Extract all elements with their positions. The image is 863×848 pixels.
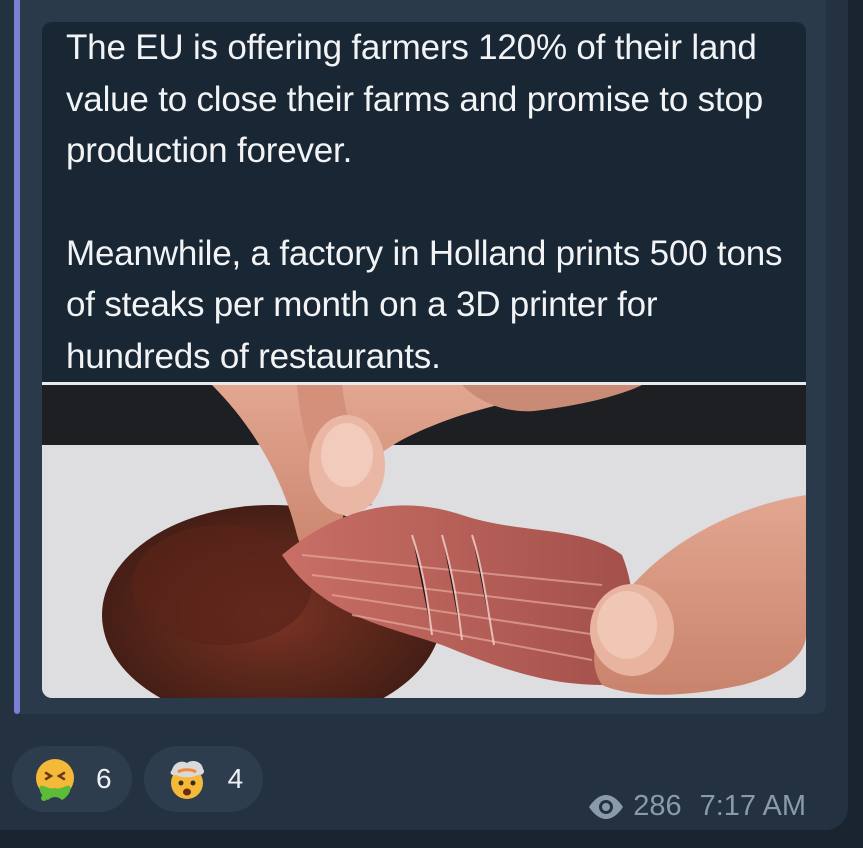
reaction-count: 6 bbox=[96, 763, 112, 794]
reaction-count: 4 bbox=[227, 763, 244, 794]
post-paragraph-1: The EU is offering farmers 120% of their… bbox=[66, 28, 763, 170]
reactions-bar: 6 4 bbox=[12, 746, 264, 812]
reaction-exploding-head[interactable]: 4 bbox=[143, 746, 264, 812]
quote-accent-bar bbox=[14, 0, 20, 714]
eye-icon bbox=[589, 794, 624, 819]
exploding-head-icon bbox=[170, 761, 204, 799]
steak-photo-drawing bbox=[42, 385, 806, 698]
media-image[interactable]: The EU is offering farmers 120% of their… bbox=[42, 22, 806, 698]
views-count: 286 bbox=[633, 790, 682, 822]
steak-photo bbox=[42, 385, 806, 698]
message-time: 7:17 AM bbox=[699, 790, 806, 822]
reaction-nauseated[interactable]: 6 bbox=[12, 746, 132, 812]
nauseated-face-icon bbox=[36, 759, 74, 801]
post-paragraph-2: Meanwhile, a factory in Holland prints 5… bbox=[66, 233, 783, 376]
message-bubble[interactable]: The EU is offering farmers 120% of their… bbox=[0, 0, 848, 830]
post-text: The EU is offering farmers 120% of their… bbox=[66, 22, 796, 382]
message-meta: 286 7:17 AM bbox=[587, 790, 806, 823]
